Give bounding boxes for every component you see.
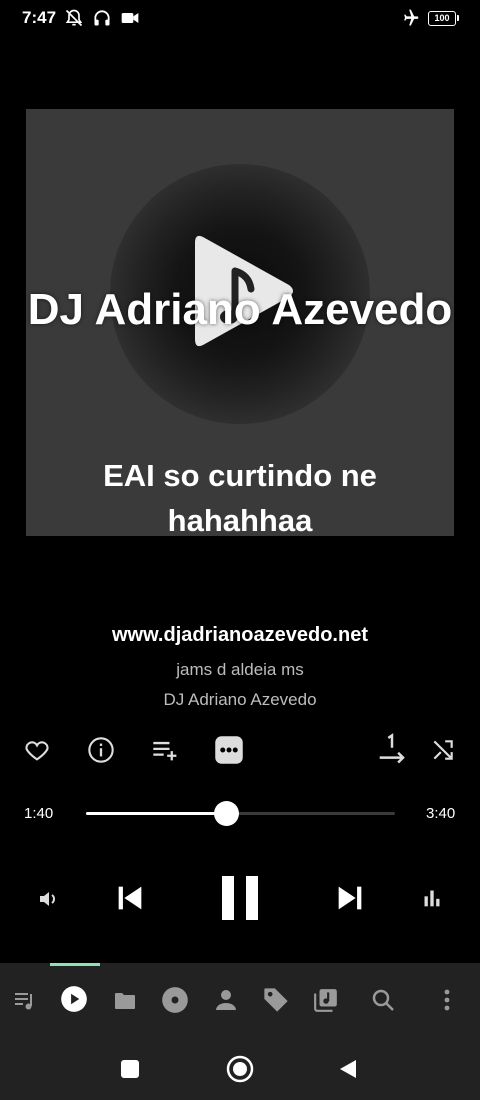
tab-albums[interactable] [160, 985, 190, 1015]
seek-bar-thumb[interactable] [214, 801, 240, 826]
skip-previous-icon [118, 886, 142, 910]
heart-icon [25, 741, 49, 761]
folder-icon [115, 993, 135, 1009]
playlist-icon [314, 989, 337, 1012]
track-title: www.djadrianoazevedo.net [112, 624, 368, 646]
video-camera-icon [120, 8, 140, 28]
airplane-mode-icon [400, 8, 420, 28]
previous-button[interactable] [110, 878, 150, 918]
tag-icon [264, 988, 288, 1012]
headphones-icon [92, 8, 112, 28]
repeat-one-button[interactable] [376, 733, 408, 765]
battery-indicator: 100 [428, 10, 459, 26]
volume-icon [40, 892, 55, 906]
overflow-menu-button[interactable] [434, 985, 460, 1015]
tab-genres[interactable] [260, 984, 292, 1016]
queue-music-icon [15, 993, 32, 1010]
status-time: 7:47 [22, 8, 57, 27]
home-circle-icon [226, 1055, 254, 1083]
muted-bell-icon [64, 8, 84, 28]
equalizer-button[interactable] [418, 884, 446, 912]
more-horiz-icon [215, 736, 243, 764]
tab-playlists[interactable] [311, 985, 341, 1015]
search-icon [372, 989, 394, 1011]
pause-button[interactable] [214, 872, 266, 924]
battery-level: 100 [434, 13, 450, 23]
seek-bar[interactable] [86, 801, 395, 826]
artwork-message-line1: EAI so curtindo ne [103, 458, 377, 493]
repeat-one-icon [379, 733, 405, 764]
artist-icon [216, 990, 236, 1010]
shuffle-button[interactable] [428, 735, 458, 765]
info-icon [88, 737, 114, 763]
active-tab-indicator [50, 963, 100, 966]
system-navigation-bar [0, 1037, 480, 1100]
artwork-message: EAI so curtindo ne hahahhaa [26, 453, 454, 536]
back-triangle-icon [340, 1060, 356, 1078]
favorite-button[interactable] [22, 735, 52, 765]
pause-icon [222, 876, 258, 920]
artwork-artist-name: DJ Adriano Azevedo [27, 285, 453, 334]
tab-folders[interactable] [110, 986, 140, 1016]
volume-button[interactable] [34, 884, 64, 914]
tab-queue[interactable] [10, 986, 40, 1016]
equalizer-icon [424, 890, 440, 907]
now-playing-icon [61, 986, 87, 1012]
info-button[interactable] [86, 735, 116, 765]
bottom-tab-bar [0, 963, 480, 1037]
track-artist: DJ Adriano Azevedo [163, 690, 317, 709]
seek-bar-fill [86, 812, 227, 815]
album-icon [162, 987, 188, 1013]
artwork-message-line2: hahahhaa [167, 503, 313, 536]
skip-next-icon [338, 886, 362, 910]
add-to-queue-button[interactable] [150, 735, 182, 765]
tab-search[interactable] [368, 985, 398, 1015]
playlist-add-icon [153, 741, 177, 761]
elapsed-time: 1:40 [24, 805, 54, 822]
home-button[interactable] [224, 1053, 256, 1085]
tab-artists[interactable] [211, 985, 241, 1015]
next-button[interactable] [330, 878, 370, 918]
track-album: jams d aldeia ms [176, 660, 304, 679]
more-options-button[interactable] [214, 735, 244, 765]
more-vert-icon [444, 989, 450, 1011]
album-artwork[interactable]: DJ Adriano Azevedo EAI so curtindo ne ha… [26, 109, 454, 536]
total-time: 3:40 [426, 805, 456, 822]
back-button[interactable] [334, 1055, 362, 1083]
recents-button[interactable] [116, 1055, 144, 1083]
recents-square-icon [121, 1060, 139, 1078]
shuffle-icon [433, 740, 453, 760]
status-icons-left [64, 8, 140, 28]
status-icons-right: 100 [400, 8, 459, 28]
tab-now-playing[interactable] [59, 984, 89, 1014]
